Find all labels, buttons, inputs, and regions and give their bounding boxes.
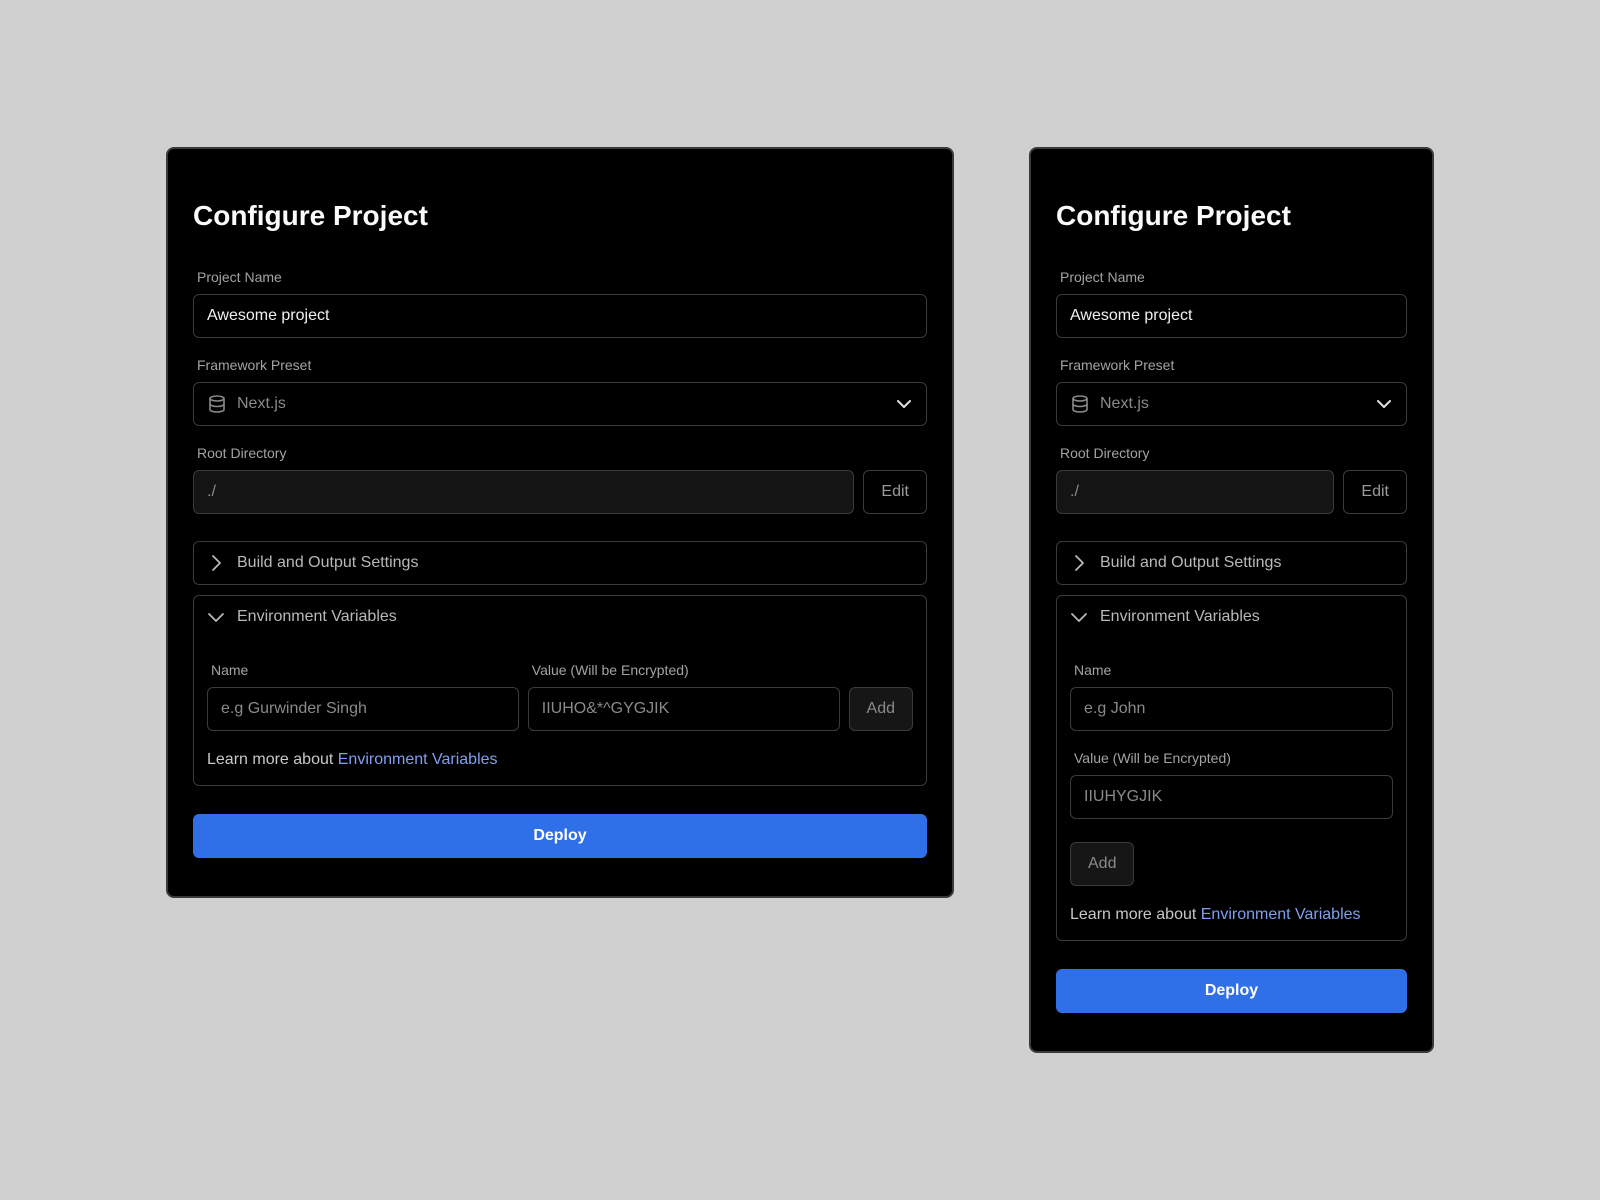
chevron-right-icon	[1070, 554, 1088, 572]
env-name-placeholder: e.g John	[1084, 700, 1146, 717]
env-value-label: Value (Will be Encrypted)	[531, 662, 689, 678]
build-output-settings-section[interactable]: Build and Output Settings	[1056, 541, 1407, 585]
build-output-settings-label: Build and Output Settings	[237, 554, 419, 571]
configure-project-card-wide: Configure Project Project Name Awesome p…	[166, 147, 954, 898]
env-name-input[interactable]: e.g John	[1070, 687, 1393, 731]
edit-button[interactable]: Edit	[863, 470, 927, 514]
env-name-label: Name	[211, 662, 249, 678]
env-name-input[interactable]: e.g Gurwinder Singh	[207, 687, 519, 731]
framework-preset-select[interactable]: Next.js	[1056, 382, 1407, 426]
environment-variables-toggle[interactable]: Environment Variables	[1057, 596, 1406, 638]
environment-variables-label: Environment Variables	[237, 608, 397, 625]
framework-preset-label: Framework Preset	[197, 357, 312, 373]
root-directory-value: ./	[1070, 483, 1079, 500]
page-title: Configure Project	[1056, 200, 1291, 231]
learn-more-text: Learn more about Environment Variables	[1070, 906, 1393, 924]
root-directory-input[interactable]: ./	[193, 470, 855, 514]
add-env-button[interactable]: Add	[1070, 842, 1135, 886]
page-title: Configure Project	[193, 200, 428, 231]
environment-variables-link[interactable]: Environment Variables	[338, 751, 498, 768]
add-env-button[interactable]: Add	[848, 687, 913, 731]
root-directory-label: Root Directory	[1060, 445, 1150, 461]
framework-preset-label: Framework Preset	[1060, 357, 1175, 373]
build-output-settings-label: Build and Output Settings	[1100, 554, 1282, 571]
configure-project-card-narrow: Configure Project Project Name Awesome p…	[1029, 147, 1434, 1053]
chevron-down-icon	[207, 608, 225, 626]
project-name-value: Awesome project	[207, 307, 330, 324]
framework-preset-value: Next.js	[237, 395, 286, 412]
learn-more-prefix: Learn more about	[1070, 906, 1201, 923]
env-value-placeholder: IIUHO&*^GYGJIK	[541, 700, 670, 717]
root-directory-input[interactable]: ./	[1056, 470, 1335, 514]
project-name-value: Awesome project	[1070, 307, 1193, 324]
database-icon	[207, 394, 227, 414]
env-name-label: Name	[1074, 662, 1112, 678]
deploy-button[interactable]: Deploy	[193, 814, 927, 858]
framework-preset-value: Next.js	[1100, 395, 1149, 412]
learn-more-text: Learn more about Environment Variables	[207, 751, 913, 769]
project-name-input[interactable]: Awesome project	[193, 294, 927, 338]
project-name-input[interactable]: Awesome project	[1056, 294, 1407, 338]
env-value-input[interactable]: IIUHO&*^GYGJIK	[527, 687, 840, 731]
env-name-placeholder: e.g Gurwinder Singh	[221, 700, 367, 717]
project-name-label: Project Name	[1060, 269, 1145, 285]
environment-variables-section: Environment Variables Name e.g John Valu…	[1056, 595, 1407, 941]
project-name-label: Project Name	[197, 269, 282, 285]
chevron-down-icon	[895, 395, 913, 413]
deploy-button[interactable]: Deploy	[1056, 969, 1407, 1013]
root-directory-value: ./	[207, 483, 216, 500]
database-icon	[1070, 394, 1090, 414]
chevron-down-icon	[1070, 608, 1088, 626]
env-value-label: Value (Will be Encrypted)	[1074, 750, 1231, 766]
environment-variables-link[interactable]: Environment Variables	[1201, 906, 1361, 923]
edit-button[interactable]: Edit	[1343, 470, 1407, 514]
environment-variables-toggle[interactable]: Environment Variables	[194, 596, 926, 638]
env-value-input[interactable]: IIUHYGJIK	[1070, 775, 1393, 819]
environment-variables-section: Environment Variables Name e.g Gurwinder…	[193, 595, 927, 786]
framework-preset-select[interactable]: Next.js	[193, 382, 927, 426]
root-directory-label: Root Directory	[197, 445, 287, 461]
chevron-down-icon	[1375, 395, 1393, 413]
chevron-right-icon	[207, 554, 225, 572]
learn-more-prefix: Learn more about	[207, 751, 338, 768]
env-value-placeholder: IIUHYGJIK	[1084, 788, 1163, 805]
build-output-settings-section[interactable]: Build and Output Settings	[193, 541, 927, 585]
environment-variables-label: Environment Variables	[1100, 608, 1260, 625]
